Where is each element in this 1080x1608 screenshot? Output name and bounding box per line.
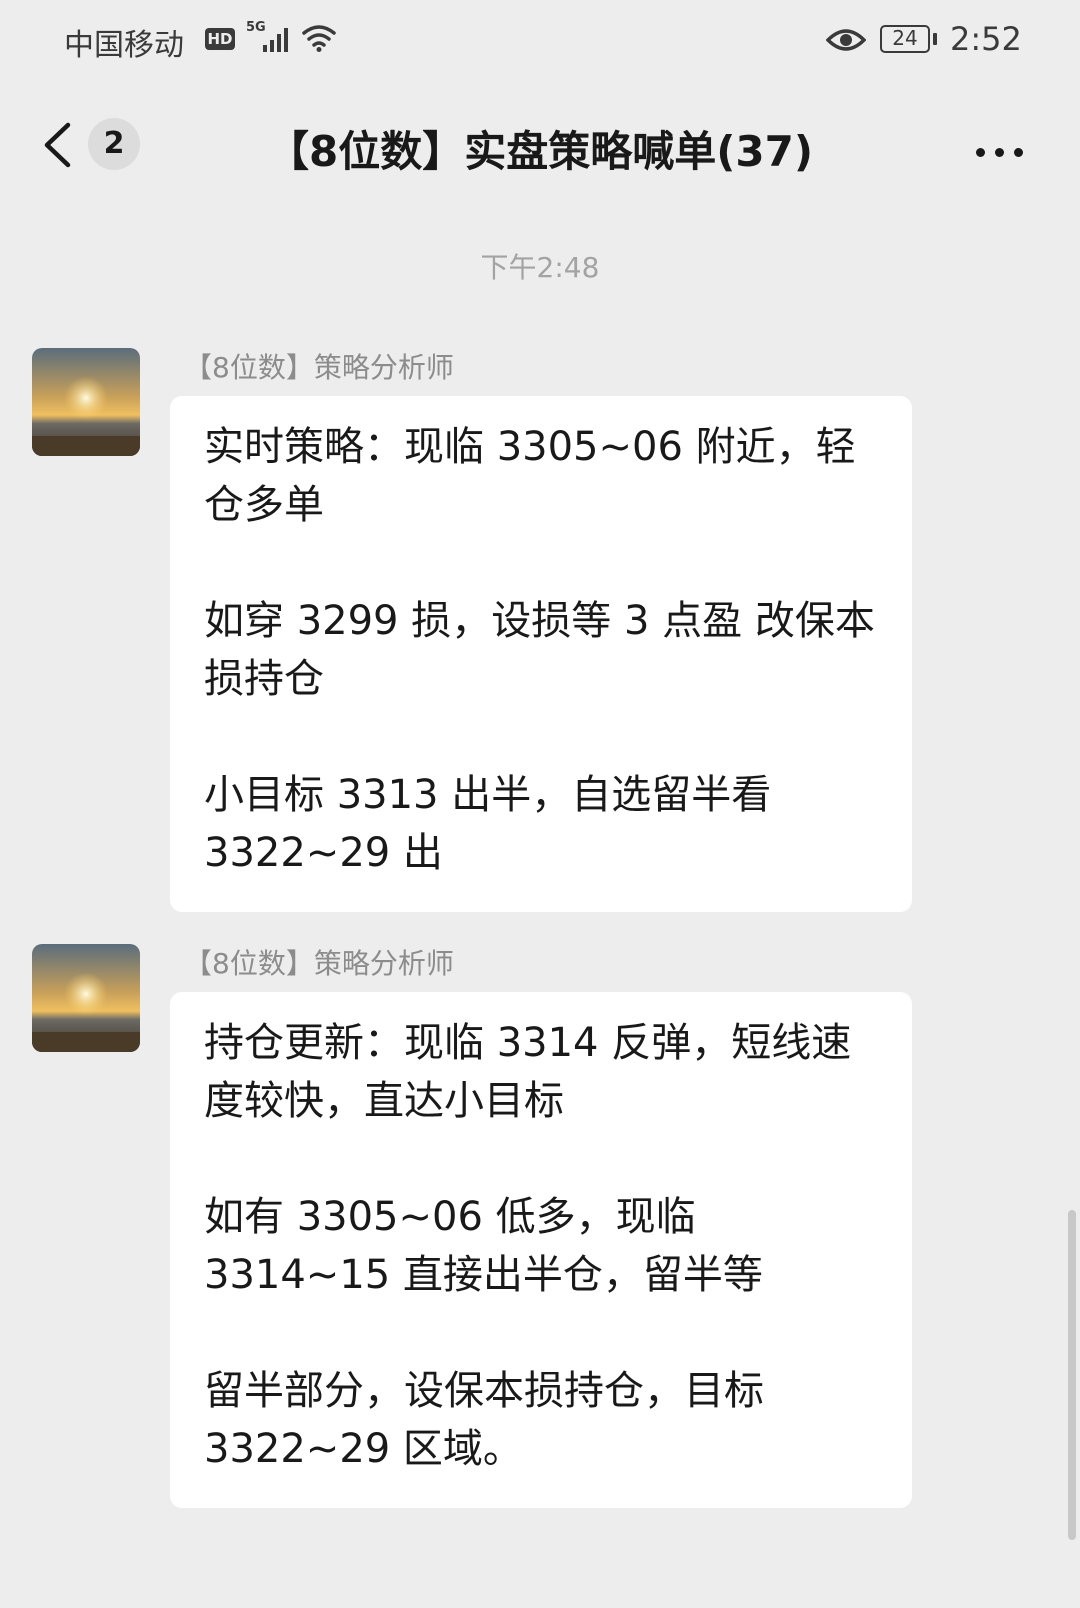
sender-avatar[interactable]: [32, 944, 140, 1052]
hd-badge: HD: [205, 28, 235, 50]
battery-tip: [933, 33, 937, 45]
chat-header: 2 【8位数】实盘策略喊单(37): [0, 84, 1080, 212]
chat-title: 【8位数】实盘策略喊单(37): [266, 127, 814, 176]
message-paragraph: 留半部分，设保本损持仓，目标 3322~29 区域。: [204, 1368, 764, 1472]
message-bubble[interactable]: 实时策略：现临 3305~06 附近，轻仓多单 如穿 3299 损，设损等 3 …: [170, 396, 912, 912]
message-bubble[interactable]: 持仓更新：现临 3314 反弹，短线速度较快，直达小目标 如有 3305~06 …: [170, 992, 912, 1508]
more-options-icon[interactable]: [976, 142, 1033, 161]
message-paragraph: 实时策略：现临 3305~06 附近，轻仓多单: [204, 424, 856, 528]
message-timestamp: 下午2:48: [480, 251, 600, 284]
message-paragraph: 持仓更新：现临 3314 反弹，短线速度较快，直达小目标: [204, 1020, 852, 1124]
message-paragraph: 如有 3305~06 低多，现临 3314~15 直接出半仓，留半等: [204, 1194, 763, 1298]
message-paragraph: 小目标 3313 出半，自选留半看 3322~29 出: [204, 772, 772, 876]
eye-icon: [825, 26, 867, 58]
status-time: 2:52: [950, 20, 1022, 58]
signal-icon: [262, 27, 290, 57]
sender-avatar[interactable]: [32, 348, 140, 456]
wifi-icon: [302, 24, 336, 56]
sender-name: 【8位数】策略分析师: [184, 947, 454, 980]
carrier-name: 中国移动: [64, 28, 184, 63]
message-paragraph: 如穿 3299 损，设损等 3 点盈 改保本损持仓: [204, 598, 875, 702]
battery-icon: 24: [880, 25, 930, 53]
sender-name: 【8位数】策略分析师: [184, 351, 454, 384]
status-bar: 中国移动 HD 5G 24 2:52: [0, 0, 1080, 84]
scrollbar[interactable]: [1068, 1210, 1076, 1540]
